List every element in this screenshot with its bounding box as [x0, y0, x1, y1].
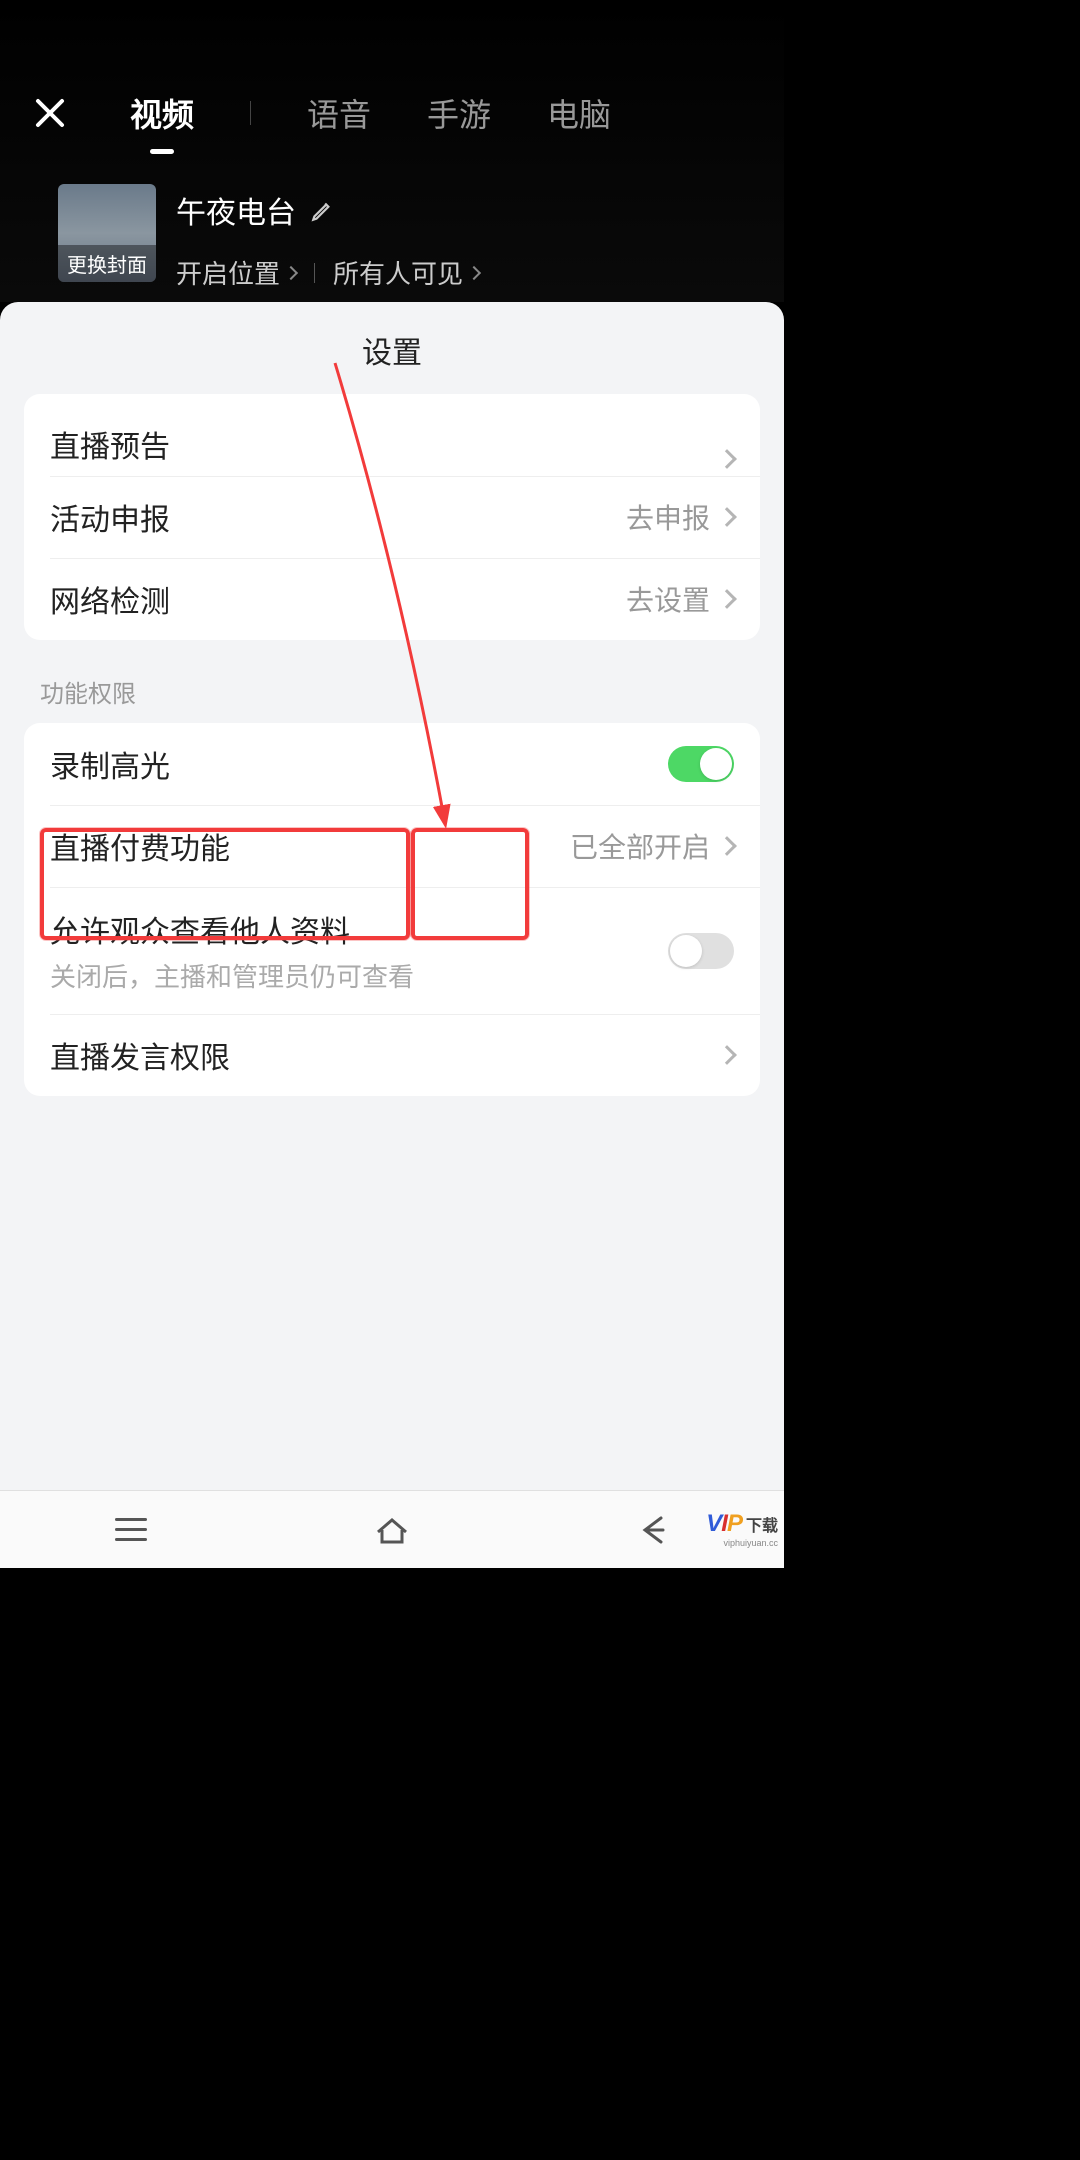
row-label: 直播发言权限: [50, 1033, 720, 1077]
cover-thumbnail[interactable]: 更换封面: [58, 184, 156, 282]
location-label: 开启位置: [176, 254, 280, 291]
chevron-right-icon: [717, 1045, 737, 1065]
chevron-right-icon: [717, 507, 737, 527]
dark-header-area: 视频 语音 手游 电脑 更换封面 午夜电台 开启位置 所有人可见: [0, 0, 784, 302]
nav-back-icon[interactable]: [633, 1510, 673, 1550]
tab-mobile-game[interactable]: 手游: [427, 90, 491, 136]
row-label: 活动申报: [50, 495, 626, 539]
chevron-right-icon: [717, 836, 737, 856]
row-speak-permission[interactable]: 直播发言权限: [24, 1014, 760, 1096]
stream-meta-row: 开启位置 所有人可见: [176, 254, 754, 291]
row-value: 去申报: [626, 497, 710, 537]
chevron-right-icon: [717, 449, 737, 469]
tab-video[interactable]: 视频: [130, 90, 194, 136]
toggle-record-highlight[interactable]: [668, 746, 734, 782]
chevron-right-icon: [717, 589, 737, 609]
nav-recents-icon[interactable]: [111, 1510, 151, 1550]
row-label: 网络检测: [50, 577, 626, 621]
row-network-check[interactable]: 网络检测 去设置: [24, 558, 760, 640]
row-value: 已全部开启: [570, 826, 710, 866]
row-value: 去设置: [626, 579, 710, 619]
stream-title: 午夜电台: [176, 188, 296, 232]
tab-pc[interactable]: 电脑: [547, 90, 611, 136]
chevron-right-icon: [284, 265, 298, 279]
row-record-highlight[interactable]: 录制高光: [24, 723, 760, 805]
row-label: 录制高光: [50, 742, 668, 786]
settings-scroll[interactable]: 直播预告 活动申报 去申报 网络检测 去设置 功能权限 录制高光 直播付费功能: [0, 394, 784, 1568]
edit-icon: [310, 197, 336, 223]
visibility-label: 所有人可见: [333, 254, 463, 291]
close-icon[interactable]: [30, 93, 70, 133]
row-live-preview[interactable]: 直播预告: [24, 394, 760, 476]
row-label: 直播付费功能: [50, 824, 570, 868]
location-button[interactable]: 开启位置: [176, 254, 296, 291]
stream-title-row[interactable]: 午夜电台: [176, 188, 754, 232]
row-activity-report[interactable]: 活动申报 去申报: [24, 476, 760, 558]
section-permissions-title: 功能权限: [0, 664, 784, 723]
sheet-title: 设置: [0, 302, 784, 394]
row-label: 允许观众查看他人资料: [50, 907, 668, 951]
row-label: 直播预告: [50, 422, 720, 466]
visibility-button[interactable]: 所有人可见: [333, 254, 479, 291]
row-paid-features[interactable]: 直播付费功能 已全部开启: [24, 805, 760, 887]
system-navbar: [0, 1490, 784, 1568]
top-bar: 视频 语音 手游 电脑: [0, 0, 784, 136]
stream-type-tabs: 视频 语音 手游 电脑: [130, 90, 611, 136]
chevron-right-icon: [467, 265, 481, 279]
row-sublabel: 关闭后，主播和管理员仍可查看: [50, 957, 668, 994]
tab-divider: [250, 101, 251, 125]
stream-info: 更换封面 午夜电台 开启位置 所有人可见: [0, 136, 784, 291]
toggle-allow-view-profile[interactable]: [668, 933, 734, 969]
settings-group-1: 直播预告 活动申报 去申报 网络检测 去设置: [24, 394, 760, 640]
meta-divider: [314, 263, 315, 283]
settings-sheet: 设置 直播预告 活动申报 去申报 网络检测 去设置 功能权限 录制高光: [0, 302, 784, 1568]
row-allow-view-profile[interactable]: 允许观众查看他人资料 关闭后，主播和管理员仍可查看: [24, 887, 760, 1014]
settings-group-permissions: 录制高光 直播付费功能 已全部开启 允许观众查看他人资料 关闭后，主播和管理员仍…: [24, 723, 760, 1096]
tab-voice[interactable]: 语音: [307, 90, 371, 136]
cover-change-label: 更换封面: [58, 245, 156, 282]
nav-home-icon[interactable]: [372, 1510, 412, 1550]
